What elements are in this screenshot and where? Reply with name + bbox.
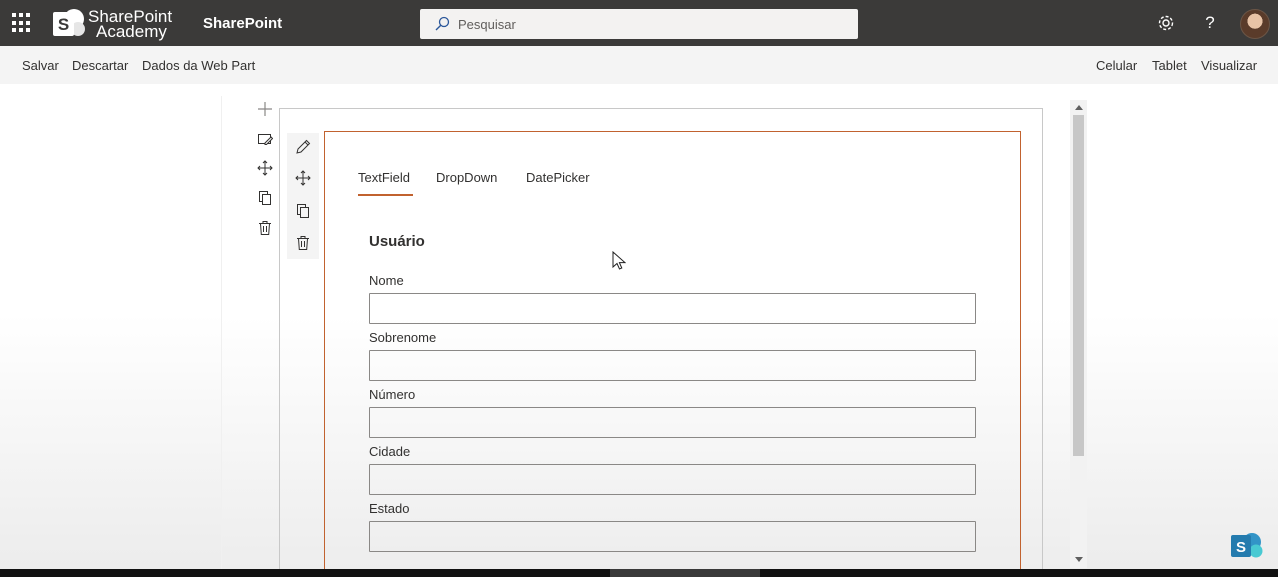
webpart-data-button[interactable]: Dados da Web Part <box>142 58 255 73</box>
estado-input[interactable] <box>369 521 976 552</box>
svg-text:S: S <box>1236 539 1246 556</box>
avatar[interactable] <box>1240 9 1270 39</box>
waffle-icon[interactable] <box>12 13 32 33</box>
edit-section-icon[interactable] <box>253 127 277 151</box>
cidade-input[interactable] <box>369 464 976 495</box>
sharepoint-watermark-icon: S <box>1231 533 1263 558</box>
svg-text:S: S <box>58 15 69 34</box>
delete-icon[interactable] <box>291 231 315 255</box>
duplicate-icon[interactable] <box>253 186 277 210</box>
active-tab-indicator <box>358 194 413 196</box>
mouse-cursor-icon <box>612 251 626 270</box>
numero-input[interactable] <box>369 407 976 438</box>
tab-textfield[interactable]: TextField <box>358 170 410 185</box>
preview-button[interactable]: Visualizar <box>1201 58 1257 73</box>
gear-icon[interactable] <box>1155 12 1177 34</box>
search-box[interactable] <box>420 9 858 39</box>
move-icon[interactable] <box>253 156 277 180</box>
app-name[interactable]: SharePoint <box>203 15 282 32</box>
field-label-estado: Estado <box>369 501 410 516</box>
scroll-up-icon[interactable] <box>1070 101 1087 113</box>
vertical-scrollbar[interactable] <box>1070 100 1087 568</box>
discard-button[interactable]: Descartar <box>72 58 128 73</box>
logo-line-2: Academy <box>96 22 167 41</box>
mobile-preview-button[interactable]: Celular <box>1096 58 1137 73</box>
move-icon[interactable] <box>291 166 315 190</box>
bottom-strip-highlight <box>610 569 760 577</box>
scroll-down-icon[interactable] <box>1070 554 1087 566</box>
form-title: Usuário <box>369 233 425 250</box>
sharepoint-logo-icon: S <box>53 9 85 36</box>
tab-datepicker[interactable]: DatePicker <box>526 170 590 185</box>
search-input[interactable] <box>458 16 818 32</box>
command-bar: Salvar Descartar Dados da Web Part Celul… <box>0 46 1278 84</box>
save-button[interactable]: Salvar <box>22 58 59 73</box>
field-label-cidade: Cidade <box>369 444 411 459</box>
scroll-thumb[interactable] <box>1073 115 1084 456</box>
duplicate-icon[interactable] <box>291 199 315 223</box>
add-section-icon[interactable] <box>253 97 277 121</box>
suite-bar: S SharePoint Academy SharePoint ? <box>0 0 1278 46</box>
help-icon[interactable]: ? <box>1199 12 1221 34</box>
nome-input[interactable] <box>369 293 976 324</box>
delete-icon[interactable] <box>253 216 277 240</box>
field-label-sobrenome: Sobrenome <box>369 330 437 345</box>
field-label-numero: Número <box>369 387 416 402</box>
webpart-toolbar <box>287 133 319 259</box>
field-label-nome: Nome <box>369 273 404 288</box>
edit-pencil-icon[interactable] <box>291 135 315 159</box>
site-logo[interactable]: S SharePoint Academy <box>52 7 172 41</box>
tablet-preview-button[interactable]: Tablet <box>1152 58 1187 73</box>
sobrenome-input[interactable] <box>369 350 976 381</box>
search-icon <box>435 16 450 31</box>
tab-dropdown[interactable]: DropDown <box>436 170 497 185</box>
